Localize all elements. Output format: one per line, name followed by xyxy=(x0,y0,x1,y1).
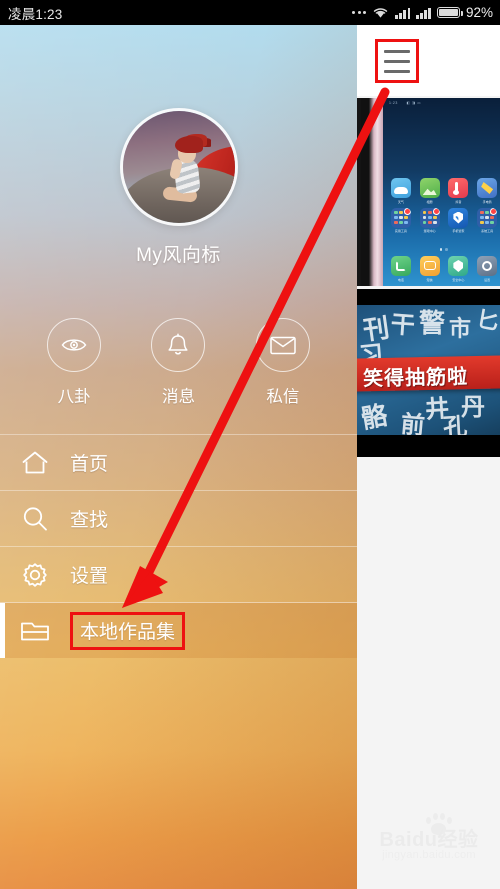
status-bar: 凌晨1:23 92% xyxy=(0,0,500,25)
watermark-url: jingyan.baidu.com xyxy=(382,849,476,861)
wifi-icon xyxy=(374,8,388,18)
baidu-jingyan-watermark: Baidu经验 jingyan.baidu.com xyxy=(366,809,492,867)
envelope-icon xyxy=(255,318,310,372)
video-caption-banner: 笑得抽筋啦 xyxy=(357,355,500,392)
folder-icon xyxy=(0,618,70,643)
battery-percent: 92% xyxy=(465,5,493,20)
sidebar-item-home[interactable]: 首页 xyxy=(0,434,357,490)
navigation-drawer: My风向标 八卦 消息 私信 首页 查找 设置 本地作品集 xyxy=(0,25,357,889)
profile-section: My风向标 xyxy=(0,108,357,267)
eye-icon xyxy=(47,318,102,372)
hamburger-menu-icon[interactable] xyxy=(375,39,419,83)
bell-icon xyxy=(151,318,206,372)
battery-icon xyxy=(436,6,463,19)
quick-action-private-message[interactable]: 私信 xyxy=(244,318,322,407)
phone-screenshot: 凌晨1:23 92% 1:23 ◧ ◨ ▭ 天气 相册 抖音 手电筒 实用工具 … xyxy=(0,0,500,889)
signal-icon xyxy=(416,7,431,19)
home-icon xyxy=(0,450,70,476)
sidebar-item-search[interactable]: 查找 xyxy=(0,490,357,546)
signal-icon xyxy=(395,7,411,19)
highlight-box: 本地作品集 xyxy=(70,611,186,650)
sidebar-item-label: 设置 xyxy=(70,566,109,587)
sidebar-item-settings[interactable]: 设置 xyxy=(0,546,357,602)
username-label: My风向标 xyxy=(136,245,221,266)
sidebar-item-label: 查找 xyxy=(70,510,109,531)
quick-action-messages[interactable]: 消息 xyxy=(139,318,217,407)
quick-action-label: 八卦 xyxy=(57,388,91,406)
search-icon xyxy=(0,505,70,533)
avatar[interactable] xyxy=(119,108,238,226)
quick-action-label: 私信 xyxy=(266,388,300,406)
app-top-bar xyxy=(357,25,500,96)
list-item[interactable]: 刊 干 警 市 匕 习 井 丹 骼 前 孔 笑得抽筋啦 xyxy=(357,289,500,457)
more-dots-icon xyxy=(352,11,367,14)
video-caption-text: 笑得抽筋啦 xyxy=(362,366,469,391)
quick-actions: 八卦 消息 私信 xyxy=(0,318,357,407)
phone-home-screen-photo: 1:23 ◧ ◨ ▭ 天气 相册 抖音 手电筒 实用工具 游戏中心 手机管家 系… xyxy=(361,98,500,286)
quick-action-bagua[interactable]: 八卦 xyxy=(35,318,113,407)
watermark-brand: Baidu经验 xyxy=(379,829,479,851)
funny-video-thumbnail: 刊 干 警 市 匕 习 井 丹 骼 前 孔 笑得抽筋啦 xyxy=(357,289,500,457)
list-item[interactable]: 1:23 ◧ ◨ ▭ 天气 相册 抖音 手电筒 实用工具 游戏中心 手机管家 系… xyxy=(357,98,500,286)
sidebar-item-label: 首页 xyxy=(70,454,109,475)
gear-icon xyxy=(0,561,70,589)
drawer-menu: 首页 查找 设置 本地作品集 xyxy=(0,434,357,658)
status-bar-time: 凌晨1:23 xyxy=(8,6,63,22)
background-page: 1:23 ◧ ◨ ▭ 天气 相册 抖音 手电筒 实用工具 游戏中心 手机管家 系… xyxy=(357,25,500,889)
sidebar-item-label: 本地作品集 xyxy=(80,621,176,643)
quick-action-label: 消息 xyxy=(161,388,195,406)
status-bar-icons: 92% xyxy=(352,5,493,20)
sidebar-item-local-works[interactable]: 本地作品集 xyxy=(0,602,357,658)
